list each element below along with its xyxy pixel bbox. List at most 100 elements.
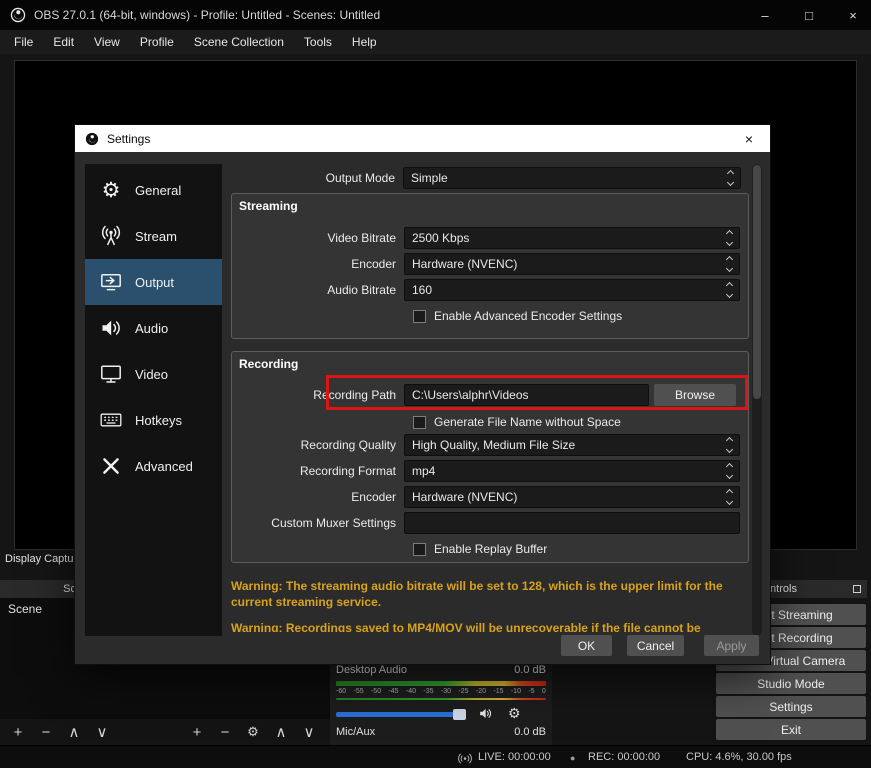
tools-icon xyxy=(98,454,124,478)
tick-label: -45 xyxy=(388,688,398,695)
mic-aux-label: Mic/Aux xyxy=(336,726,375,738)
recording-quality-label: Recording Quality xyxy=(232,438,404,452)
sidebar-item-hotkeys[interactable]: Hotkeys xyxy=(85,397,222,443)
recording-format-select[interactable]: mp4 xyxy=(404,460,740,482)
tick-label: -30 xyxy=(441,688,451,695)
close-button[interactable]: × xyxy=(835,0,871,30)
custom-muxer-input[interactable] xyxy=(404,512,740,534)
mixer-speaker-icon[interactable] xyxy=(478,706,493,726)
scene-up-button[interactable]: ∧ xyxy=(60,723,88,741)
menu-item-view[interactable]: View xyxy=(84,30,130,54)
remove-scene-button[interactable]: − xyxy=(32,724,60,741)
video-bitrate-label: Video Bitrate xyxy=(232,231,404,245)
sidebar-item-general[interactable]: ⚙ General xyxy=(85,167,222,213)
mic-aux-row: Mic/Aux 0.0 dB xyxy=(336,726,546,738)
window-title: OBS 27.0.1 (64-bit, windows) - Profile: … xyxy=(34,8,739,22)
menu-item-profile[interactable]: Profile xyxy=(130,30,184,54)
advanced-encoder-checkbox[interactable] xyxy=(413,310,426,323)
menu-item-tools[interactable]: Tools xyxy=(294,30,342,54)
remove-source-button[interactable]: − xyxy=(211,724,239,741)
chevron-down-icon xyxy=(726,446,733,453)
menu-item-edit[interactable]: Edit xyxy=(43,30,84,54)
dialog-titlebar[interactable]: Settings × xyxy=(75,125,770,152)
chevron-up-icon xyxy=(727,170,734,177)
output-mode-select[interactable]: Simple xyxy=(403,167,741,189)
chevron-up-icon xyxy=(726,437,733,444)
desktop-audio-label: Desktop Audio xyxy=(336,664,407,676)
cpu-status: CPU: 4.6%, 30.00 fps xyxy=(686,751,792,763)
stream-encoder-select[interactable]: Hardware (NVENC) xyxy=(404,253,740,275)
sidebar-item-stream[interactable]: Stream xyxy=(85,213,222,259)
speaker-icon xyxy=(98,316,124,340)
tick-label: -40 xyxy=(406,688,416,695)
dropdown-arrows[interactable] xyxy=(723,169,738,187)
warning-messages: Warning: The streaming audio bitrate wil… xyxy=(231,578,749,632)
menu-item-help[interactable]: Help xyxy=(342,30,387,54)
mixer-gear-icon[interactable]: ⚙ xyxy=(508,705,521,722)
dropdown-arrows[interactable] xyxy=(722,436,737,454)
volume-slider[interactable] xyxy=(336,712,464,717)
recording-encoder-select[interactable]: Hardware (NVENC) xyxy=(404,486,740,508)
add-source-button[interactable]: + xyxy=(183,724,211,741)
generate-filename-checkbox[interactable] xyxy=(413,416,426,429)
maximize-button[interactable]: □ xyxy=(791,0,827,30)
rec-dot-icon: ● xyxy=(570,753,575,763)
sidebar-item-advanced[interactable]: Advanced xyxy=(85,443,222,489)
volume-meter-ticks: -60 -55 -50 -45 -40 -35 -30 -25 -20 -15 … xyxy=(336,688,546,695)
recording-quality-select[interactable]: High Quality, Medium File Size xyxy=(404,434,740,456)
tick-label: 0 xyxy=(542,688,546,695)
tick-label: -60 xyxy=(336,688,346,695)
audio-bitrate-select[interactable]: 160 xyxy=(404,279,740,301)
dropdown-arrows[interactable] xyxy=(722,462,737,480)
spinner-arrows[interactable] xyxy=(722,229,737,247)
source-properties-gear-icon[interactable]: ⚙ xyxy=(239,724,267,740)
replay-buffer-checkbox[interactable] xyxy=(413,543,426,556)
sidebar-item-output[interactable]: Output xyxy=(85,259,222,305)
chevron-down-icon xyxy=(726,498,733,505)
generate-filename-row: Generate File Name without Space xyxy=(232,414,748,430)
menu-item-scene-collection[interactable]: Scene Collection xyxy=(184,30,294,54)
tick-label: -50 xyxy=(371,688,381,695)
dock-float-icon[interactable] xyxy=(853,585,861,593)
settings-scrollbar[interactable] xyxy=(752,164,762,636)
settings-sidebar: ⚙ General Stream Output Audio xyxy=(85,164,222,636)
sidebar-item-video[interactable]: Video xyxy=(85,351,222,397)
stream-encoder-value: Hardware (NVENC) xyxy=(412,257,517,271)
chevron-down-icon xyxy=(726,291,733,298)
apply-button[interactable]: Apply xyxy=(704,635,759,656)
recording-quality-row: Recording Quality High Quality, Medium F… xyxy=(232,434,748,456)
ok-button[interactable]: OK xyxy=(561,635,612,656)
settings-button[interactable]: Settings xyxy=(716,696,866,717)
recording-format-row: Recording Format mp4 xyxy=(232,460,748,482)
sidebar-item-audio[interactable]: Audio xyxy=(85,305,222,351)
dropdown-arrows[interactable] xyxy=(722,281,737,299)
rec-status: REC: 00:00:00 xyxy=(588,751,660,763)
source-up-button[interactable]: ∧ xyxy=(267,723,295,741)
source-down-button[interactable]: ∨ xyxy=(295,723,323,741)
dialog-close-button[interactable]: × xyxy=(738,131,760,147)
exit-button[interactable]: Exit xyxy=(716,719,866,740)
dropdown-arrows[interactable] xyxy=(722,255,737,273)
scrollbar-thumb[interactable] xyxy=(753,165,761,399)
volume-slider-handle[interactable] xyxy=(453,709,466,720)
menu-bar: File Edit View Profile Scene Collection … xyxy=(0,30,871,54)
cancel-button[interactable]: Cancel xyxy=(627,635,684,656)
recording-format-value: mp4 xyxy=(412,464,435,478)
recording-quality-value: High Quality, Medium File Size xyxy=(412,438,575,452)
monitor-icon xyxy=(98,362,124,386)
audio-bitrate-label: Audio Bitrate xyxy=(232,283,404,297)
minimize-button[interactable]: – xyxy=(747,0,783,30)
keyboard-icon xyxy=(98,408,124,432)
tick-label: -15 xyxy=(493,688,503,695)
video-bitrate-spinner[interactable]: 2500 Kbps xyxy=(404,227,740,249)
studio-mode-button[interactable]: Studio Mode xyxy=(716,673,866,694)
desktop-audio-level: 0.0 dB xyxy=(514,664,546,676)
stream-encoder-label: Encoder xyxy=(232,257,404,271)
scene-down-button[interactable]: ∨ xyxy=(88,723,116,741)
volume-meter xyxy=(336,681,546,686)
add-scene-button[interactable]: + xyxy=(4,724,32,741)
dropdown-arrows[interactable] xyxy=(722,488,737,506)
video-bitrate-row: Video Bitrate 2500 Kbps xyxy=(232,227,748,249)
chevron-up-icon xyxy=(726,230,733,237)
menu-item-file[interactable]: File xyxy=(4,30,43,54)
